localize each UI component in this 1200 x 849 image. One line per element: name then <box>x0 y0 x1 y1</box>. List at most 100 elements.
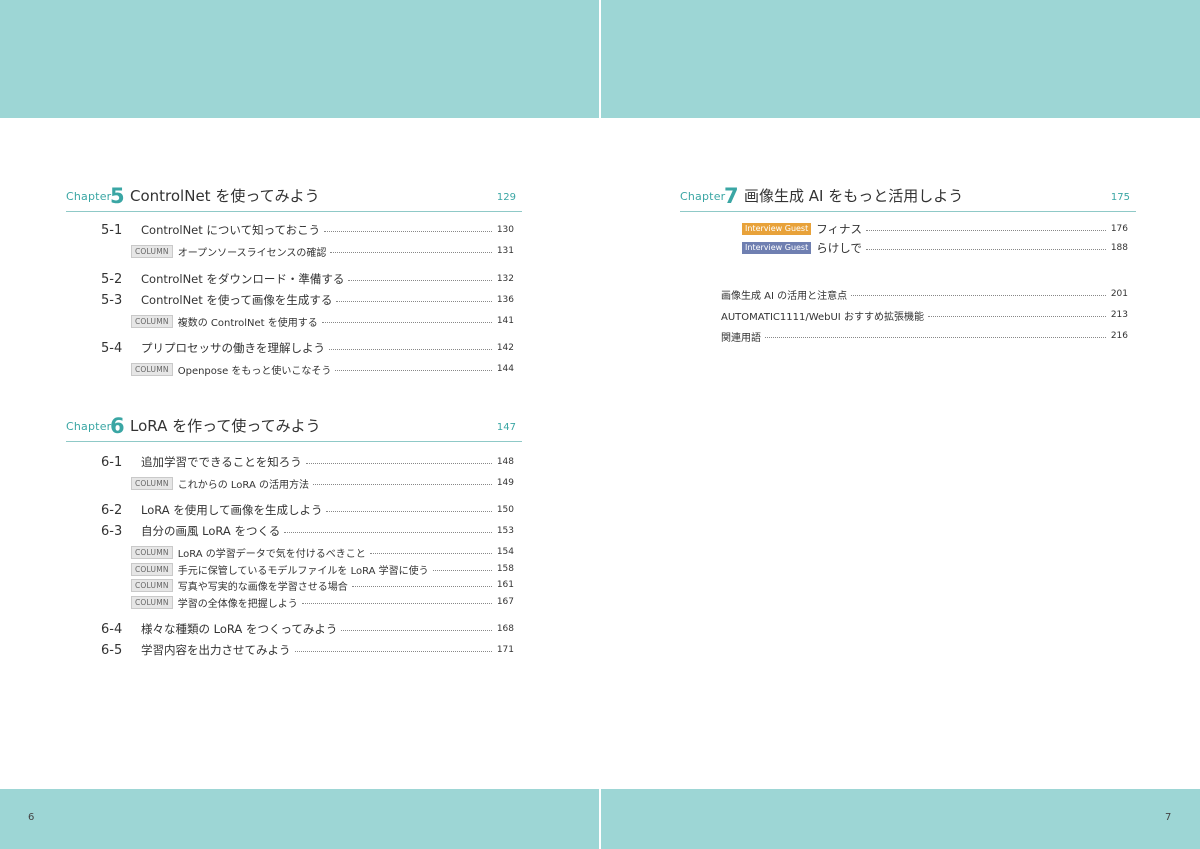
bottom-gutter <box>599 789 601 849</box>
entry-title: ControlNet について知っておこう <box>141 223 321 237</box>
dot-leader <box>927 315 1106 317</box>
toc-entry: 5-4 プリプロセッサの働きを理解しよう 142 <box>101 340 514 356</box>
toc-entry: COLUMN 手元に保管しているモデルファイルを LoRA 学習に使う 158 <box>101 561 514 577</box>
interview-guest-badge: Interview Guest <box>742 223 812 235</box>
dot-leader <box>865 248 1106 250</box>
entry-page: 176 <box>1110 224 1128 234</box>
page-number-left: 6 <box>28 812 35 823</box>
chapter-title: LoRA を作って使ってみよう <box>130 417 321 435</box>
top-gutter <box>599 0 601 118</box>
entry-page: 168 <box>496 624 514 634</box>
entry-title: ControlNet をダウンロード・準備する <box>141 272 345 286</box>
chapter-number: 6 <box>110 414 125 438</box>
column-badge: COLUMN <box>131 362 173 376</box>
section-number: 5-3 <box>101 292 123 308</box>
dot-leader <box>321 321 492 323</box>
section-number: 5-1 <box>101 222 123 238</box>
column-badge: COLUMN <box>131 244 173 258</box>
column-badge: COLUMN <box>131 476 173 490</box>
dot-leader <box>336 300 492 302</box>
entry-title: 自分の画風 LoRA をつくる <box>141 524 281 538</box>
dot-leader <box>351 585 492 587</box>
chapter-label: Chapter <box>66 190 112 203</box>
entry-title: 追加学習でできることを知ろう <box>141 455 302 469</box>
entry-page: 153 <box>496 526 514 536</box>
appendix-entry: 関連用語 216 <box>721 328 1128 344</box>
section-number: 5-4 <box>101 340 123 356</box>
dot-leader <box>301 602 492 604</box>
entry-title: フィナス <box>816 222 863 236</box>
entry-title: 学習内容を出力させてみよう <box>141 643 291 657</box>
dot-leader <box>432 569 492 571</box>
dot-leader <box>330 251 492 253</box>
dot-leader <box>851 294 1106 296</box>
appendix-entry: 画像生成 AI の活用と注意点 201 <box>721 286 1128 302</box>
entry-title: 画像生成 AI の活用と注意点 <box>721 290 848 302</box>
entry-title: 写真や写実的な画像を学習させる場合 <box>177 581 348 593</box>
entry-page: 188 <box>1110 243 1128 253</box>
dot-leader <box>284 531 492 533</box>
entry-page: 201 <box>1110 289 1128 299</box>
section-number: 6-4 <box>101 621 123 637</box>
toc-entry: 5-1 ControlNet について知っておこう 130 <box>101 222 514 238</box>
chapter-page: 175 <box>1110 192 1130 203</box>
entry-title: らけしで <box>816 241 862 255</box>
entry-title: オープンソースライセンスの確認 <box>177 247 327 259</box>
chapter-number: 7 <box>724 184 739 208</box>
entry-page: 158 <box>496 564 514 574</box>
toc-entry: COLUMN LoRA の学習データで気を付けるべきこと 154 <box>101 544 514 560</box>
dot-leader <box>335 369 492 371</box>
entry-page: 136 <box>496 295 514 305</box>
column-badge: COLUMN <box>131 314 173 328</box>
toc-entry: Interview Guest フィナス 176 <box>742 221 1128 237</box>
section-number: 6-1 <box>101 454 123 470</box>
entry-page: 167 <box>496 597 514 607</box>
dot-leader <box>369 552 492 554</box>
dot-leader <box>294 650 492 652</box>
toc-entry: COLUMN Openpose をもっと使いこなそう 144 <box>101 361 514 377</box>
chapter-page: 147 <box>496 422 516 433</box>
entry-page: 171 <box>496 645 514 655</box>
entry-page: 141 <box>496 316 514 326</box>
entry-title: ControlNet を使って画像を生成する <box>141 293 333 307</box>
entry-title: Openpose をもっと使いこなそう <box>177 365 332 377</box>
column-badge: COLUMN <box>131 595 173 609</box>
toc-entry: 5-2 ControlNet をダウンロード・準備する 132 <box>101 271 514 287</box>
entry-title: LoRA を使用して画像を生成しよう <box>141 503 323 517</box>
entry-page: 150 <box>496 505 514 515</box>
entry-title: これからの LoRA の活用方法 <box>177 479 309 491</box>
chapter-label: Chapter <box>680 190 726 203</box>
chapter-5-header: Chapter 5 ControlNet を使ってみよう 129 <box>66 181 522 212</box>
entry-page: 216 <box>1110 331 1128 341</box>
section-number: 6-3 <box>101 523 123 539</box>
entry-page: 132 <box>496 274 514 284</box>
toc-entry: Interview Guest らけしで 188 <box>742 240 1128 256</box>
chapter-number: 5 <box>110 184 125 208</box>
page-number-right: 7 <box>1165 812 1172 823</box>
dot-leader <box>305 462 492 464</box>
toc-entry: COLUMN オープンソースライセンスの確認 131 <box>101 243 514 259</box>
dot-leader <box>326 510 492 512</box>
entry-title: 様々な種類の LoRA をつくってみよう <box>141 622 338 636</box>
toc-entry: COLUMN 複数の ControlNet を使用する 141 <box>101 313 514 329</box>
entry-page: 149 <box>496 478 514 488</box>
toc-entry: 6-1 追加学習でできることを知ろう 148 <box>101 454 514 470</box>
toc-entry: COLUMN 写真や写実的な画像を学習させる場合 161 <box>101 577 514 593</box>
dot-leader <box>329 348 492 350</box>
entry-title: 複数の ControlNet を使用する <box>177 317 318 329</box>
toc-entry: 5-3 ControlNet を使って画像を生成する 136 <box>101 292 514 308</box>
chapter-label: Chapter <box>66 420 112 433</box>
entry-page: 144 <box>496 364 514 374</box>
entry-page: 131 <box>496 246 514 256</box>
entry-page: 148 <box>496 457 514 467</box>
chapter-7-header: Chapter 7 画像生成 AI をもっと活用しよう 175 <box>680 181 1136 212</box>
entry-page: 161 <box>496 580 514 590</box>
entry-page: 154 <box>496 547 514 557</box>
entry-title: 関連用語 <box>721 332 761 344</box>
toc-entry: 6-5 学習内容を出力させてみよう 171 <box>101 642 514 658</box>
toc-entry: COLUMN 学習の全体像を把握しよう 167 <box>101 594 514 610</box>
dot-leader <box>341 629 492 631</box>
toc-entry: 6-3 自分の画風 LoRA をつくる 153 <box>101 523 514 539</box>
section-number: 5-2 <box>101 271 123 287</box>
entry-title: 学習の全体像を把握しよう <box>177 598 298 610</box>
